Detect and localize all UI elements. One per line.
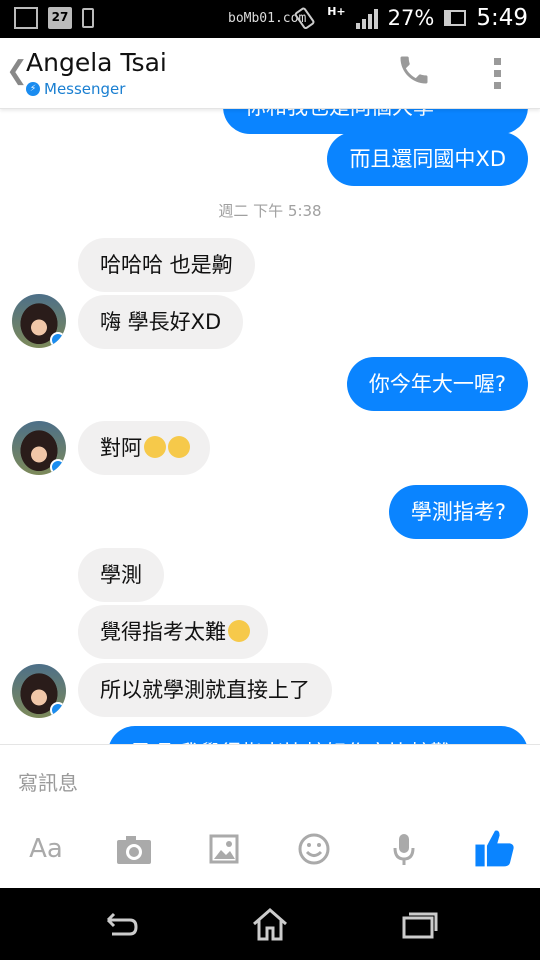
incoming-message[interactable]: 哈哈哈 也是齁 — [78, 238, 255, 292]
system-nav-bar — [0, 888, 540, 960]
message-list[interactable]: 你和我也是同個大學 而且還同國中XD 週二 下午 5:38 哈哈哈 也是齁 嗨 … — [0, 108, 540, 744]
incoming-message[interactable]: 學測 — [78, 548, 164, 602]
outgoing-message[interactable]: 而且還同國中XD — [327, 132, 528, 186]
app-label: Messenger — [44, 80, 126, 98]
message-input[interactable]: 寫訊息 — [18, 767, 78, 796]
composer-toolbar: Aa — [0, 829, 540, 873]
grin-emoji-icon — [168, 436, 190, 458]
status-bar: 27 boMb01.com H+ 27% 5:49 — [0, 0, 540, 38]
messenger-badge-icon — [50, 459, 66, 475]
message-text: 覺得指考太難 — [100, 620, 226, 644]
app-subtitle: ⚡ Messenger — [26, 80, 125, 98]
disappointed-emoji-icon — [228, 620, 250, 642]
nav-recents-icon[interactable] — [400, 910, 440, 940]
gallery-notification-icon — [14, 7, 38, 29]
message-timestamp: 週二 下午 5:38 — [218, 202, 322, 220]
incoming-message[interactable]: 覺得指考太難 — [78, 605, 268, 659]
grin-emoji-icon — [144, 436, 166, 458]
messenger-badge-icon — [50, 702, 66, 718]
contact-avatar[interactable] — [12, 664, 66, 718]
camera-icon[interactable] — [114, 829, 154, 869]
back-icon[interactable]: ❮ — [6, 56, 28, 86]
contact-avatar[interactable] — [12, 421, 66, 475]
contact-name[interactable]: Angela Tsai — [26, 48, 167, 77]
text-format-button[interactable]: Aa — [26, 829, 66, 869]
battery-percent: 27% — [387, 6, 435, 30]
outgoing-message[interactable]: 你今年大一喔? — [346, 357, 528, 411]
device-notification-icon — [82, 8, 94, 28]
clock: 5:49 — [476, 5, 528, 31]
emoji-icon[interactable] — [294, 829, 334, 869]
messenger-badge-icon — [50, 332, 66, 348]
signal-icon — [355, 7, 378, 29]
contact-avatar[interactable] — [12, 294, 66, 348]
messenger-badge-icon: ⚡ — [26, 82, 40, 96]
message-text: 對阿 — [100, 436, 142, 460]
incoming-message[interactable]: 對阿 — [78, 421, 210, 475]
calendar-notification-icon: 27 — [48, 7, 72, 29]
composer: 寫訊息 Aa — [0, 744, 540, 889]
vibrate-icon — [294, 7, 315, 30]
phone-icon[interactable] — [396, 52, 432, 88]
outgoing-message[interactable]: 學測指考? — [388, 485, 528, 539]
incoming-message[interactable]: 所以就學測就直接上了 — [78, 663, 332, 717]
conversation-header: ❮ Angela Tsai ⚡ Messenger — [0, 38, 540, 109]
outgoing-message[interactable]: 你和我也是同個大學 — [223, 108, 528, 134]
more-options-icon[interactable] — [494, 58, 502, 94]
network-type-label: H+ — [327, 4, 346, 18]
outgoing-message[interactable]: 是喔 我覺得指考比較好作文比較難 — [108, 726, 528, 744]
nav-home-icon[interactable] — [250, 906, 290, 942]
microphone-icon[interactable] — [384, 829, 424, 869]
incoming-message[interactable]: 嗨 學長好XD — [78, 295, 244, 349]
battery-icon — [444, 10, 467, 26]
thumbs-up-icon[interactable] — [472, 825, 518, 871]
nav-back-icon[interactable] — [100, 910, 140, 940]
image-icon[interactable] — [204, 829, 244, 869]
